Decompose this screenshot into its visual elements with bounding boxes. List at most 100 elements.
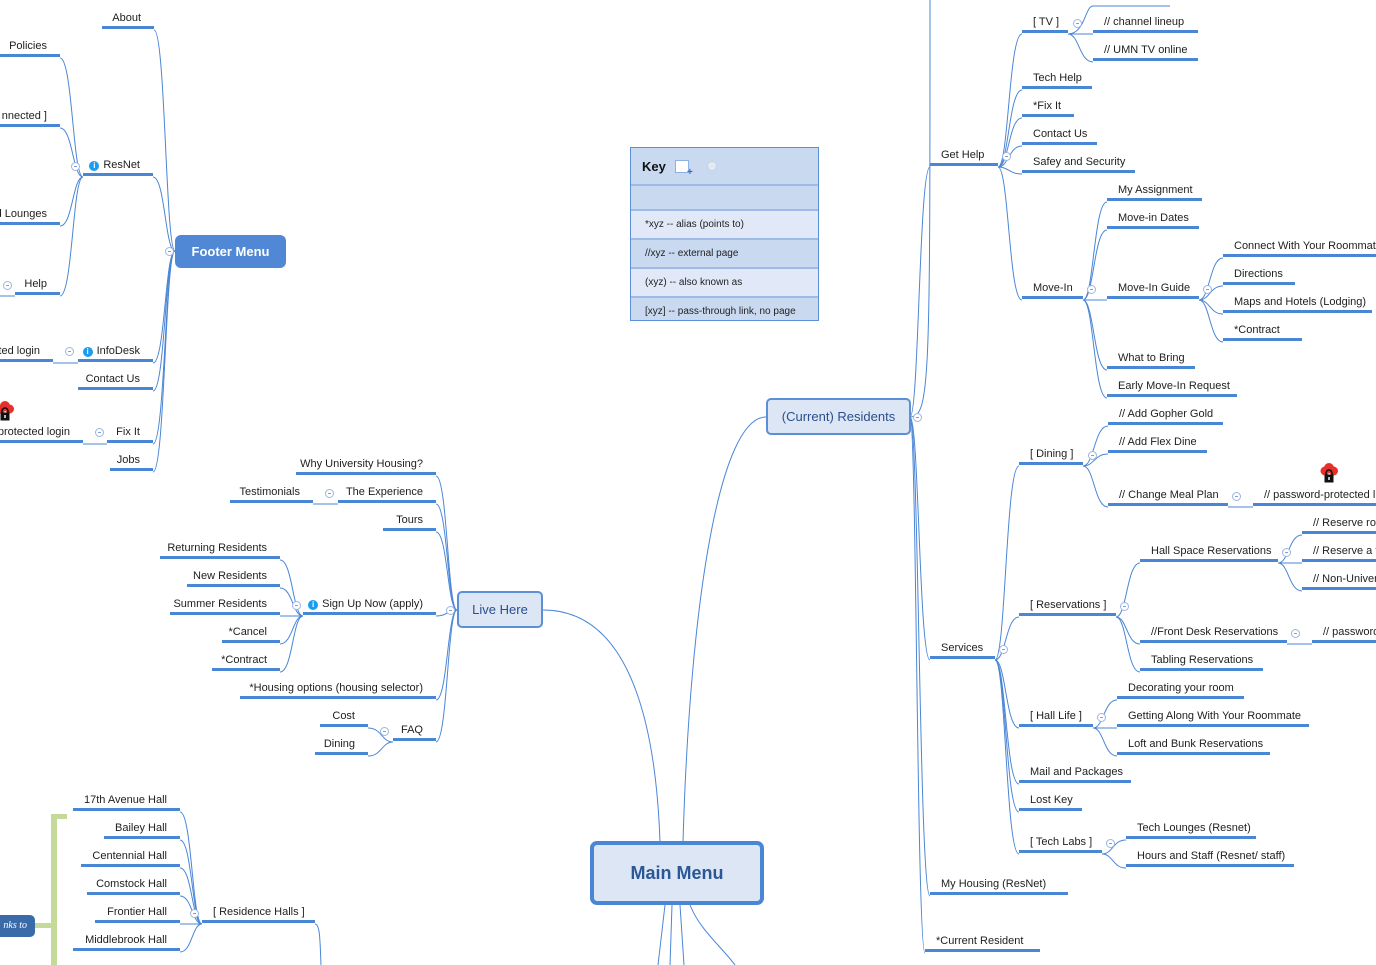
topic-node[interactable]: FAQ	[393, 722, 436, 741]
topic-node[interactable]: Returning Residents	[160, 540, 280, 559]
collapse-toggle-icon[interactable]	[999, 645, 1008, 654]
topic-node[interactable]: Summer Residents	[170, 596, 280, 615]
topic-node[interactable]: *Contract	[1223, 322, 1302, 341]
topic-node[interactable]: // Add Gopher Gold	[1108, 406, 1223, 425]
collapse-toggle-icon[interactable]	[1087, 285, 1096, 294]
topic-node[interactable]: Tours	[383, 512, 436, 531]
topic-current-residents[interactable]: (Current) Residents	[766, 398, 911, 435]
topic-node[interactable]: Fix It	[107, 424, 153, 443]
collapse-toggle-icon[interactable]	[95, 428, 104, 437]
topic-live-here[interactable]: Live Here	[457, 591, 543, 628]
info-icon[interactable]: i	[82, 347, 93, 357]
topic-node[interactable]: Why University Housing?	[296, 456, 436, 475]
topic-node[interactable]: Tech Help	[1022, 70, 1092, 89]
topic-node[interactable]: Directions	[1223, 266, 1295, 285]
collapse-toggle-icon[interactable]	[1232, 492, 1241, 501]
topic-node[interactable]: Connect With Your Roommate	[1223, 238, 1376, 257]
topic-node[interactable]: ted login	[0, 343, 53, 362]
collapse-toggle-icon[interactable]	[1097, 713, 1106, 722]
info-icon[interactable]: i	[308, 600, 319, 610]
topic-node[interactable]: Move-In	[1022, 280, 1083, 299]
topic-node[interactable]: // Non-Univer	[1302, 571, 1376, 590]
info-icon[interactable]: i	[89, 161, 100, 171]
topic-node[interactable]: Testimonials	[230, 484, 313, 503]
collapse-toggle-icon[interactable]	[1002, 152, 1011, 161]
topic-node[interactable]: Get Help	[930, 147, 998, 166]
collapse-toggle-icon[interactable]	[1291, 629, 1300, 638]
topic-node[interactable]: [ TV ]	[1022, 14, 1068, 33]
topic-node[interactable]: *Contract	[212, 652, 280, 671]
topic-node[interactable]: 17th Avenue Hall	[73, 792, 180, 811]
collapse-toggle-icon[interactable]	[325, 489, 334, 498]
topic-node[interactable]: Hall Space Reservations	[1140, 543, 1278, 562]
topic-node[interactable]: // Add Flex Dine	[1108, 434, 1207, 453]
topic-node[interactable]: Jobs	[110, 452, 153, 471]
topic-node[interactable]: i InfoDesk	[78, 343, 153, 362]
topic-node[interactable]: i Sign Up Now (apply)	[303, 596, 436, 615]
topic-node[interactable]: d Lounges	[0, 206, 60, 225]
collapse-toggle-icon[interactable]	[1106, 839, 1115, 848]
topic-node[interactable]: // Change Meal Plan	[1108, 487, 1228, 506]
topic-node[interactable]: [ Tech Labs ]	[1019, 834, 1102, 853]
topic-node[interactable]: Loft and Bunk Reservations	[1117, 736, 1270, 755]
topic-node[interactable]: Mail and Packages	[1019, 764, 1131, 783]
collapse-toggle-icon[interactable]	[71, 162, 80, 171]
topic-node[interactable]: // Reserve a t	[1302, 543, 1376, 562]
topic-node[interactable]: Comstock Hall	[87, 876, 180, 895]
topic-node[interactable]: Getting Along With Your Roommate	[1117, 708, 1309, 727]
collapse-toggle-icon[interactable]	[380, 727, 389, 736]
collapse-toggle-icon[interactable]	[1073, 19, 1082, 28]
topic-node[interactable]: i ResNet	[83, 157, 153, 176]
topic-node[interactable]: *Cancel	[222, 624, 280, 643]
topic-node[interactable]: My Housing (ResNet)	[930, 876, 1068, 895]
topic-node[interactable]: [ Dining ]	[1019, 446, 1083, 465]
topic-node[interactable]: Early Move-In Request	[1107, 378, 1237, 397]
topic-node[interactable]: Safey and Security	[1022, 154, 1135, 173]
topic-node[interactable]: Frontier Hall	[95, 904, 180, 923]
topic-node[interactable]: Tech Lounges (Resnet)	[1126, 820, 1256, 839]
topic-node[interactable]: // channel lineup	[1093, 14, 1198, 33]
collapse-toggle-icon[interactable]	[1088, 451, 1097, 460]
topic-node[interactable]: New Residents	[187, 568, 280, 587]
collapse-toggle-icon[interactable]	[292, 601, 301, 610]
topic-node[interactable]: What to Bring	[1107, 350, 1195, 369]
collapse-toggle-icon[interactable]	[165, 247, 174, 256]
topic-node[interactable]: // UMN TV online	[1093, 42, 1198, 61]
topic-node[interactable]: //Front Desk Reservations	[1140, 624, 1287, 643]
topic-node[interactable]: Help	[15, 276, 60, 295]
collapse-toggle-icon[interactable]	[3, 281, 12, 290]
topic-node[interactable]: Policies	[0, 38, 60, 57]
topic-node[interactable]: // Reserve ro	[1302, 515, 1376, 534]
topic-node[interactable]: Dining	[315, 736, 368, 755]
topic-node[interactable]: *Current Resident	[925, 933, 1040, 952]
key-legend-table[interactable]: Key *xyz -- alias (points to) //xyz -- e…	[630, 147, 819, 321]
topic-node[interactable]: Maps and Hotels (Lodging)	[1223, 294, 1372, 313]
topic-node[interactable]: // password	[1312, 624, 1376, 643]
topic-node[interactable]: Middlebrook Hall	[73, 932, 180, 951]
topic-node[interactable]: Contact Us	[1022, 126, 1097, 145]
topic-node[interactable]: Bailey Hall	[104, 820, 180, 839]
collapse-toggle-icon[interactable]	[1203, 285, 1212, 294]
collapse-toggle-icon[interactable]	[1282, 548, 1291, 557]
collapse-icon[interactable]	[706, 161, 717, 171]
topic-node[interactable]: // password-protected l	[1253, 487, 1376, 506]
topic-node[interactable]: Contact Us	[78, 371, 153, 390]
collapse-toggle-icon[interactable]	[446, 606, 455, 615]
topic-node[interactable]: *Fix It	[1022, 98, 1074, 117]
topic-node[interactable]: [ Hall Life ]	[1019, 708, 1093, 727]
topic-node[interactable]: Move-In Guide	[1107, 280, 1199, 299]
topic-node[interactable]: Hours and Staff (Resnet/ staff)	[1126, 848, 1294, 867]
topic-node[interactable]: Centennial Hall	[81, 848, 180, 867]
collapse-toggle-icon[interactable]	[913, 413, 922, 422]
add-table-icon[interactable]	[674, 159, 693, 178]
topic-node[interactable]: Decorating your room	[1117, 680, 1244, 699]
topic-node[interactable]: About	[102, 10, 154, 29]
topic-node[interactable]: Lost Key	[1019, 792, 1082, 811]
central-topic-main-menu[interactable]: Main Menu	[590, 841, 764, 905]
topic-node[interactable]: Cost	[320, 708, 368, 727]
collapse-toggle-icon[interactable]	[1120, 602, 1129, 611]
topic-node[interactable]: Tabling Reservations	[1140, 652, 1263, 671]
relationship-label[interactable]: nks to	[0, 915, 35, 937]
topic-node[interactable]: My Assignment	[1107, 182, 1202, 201]
topic-footer-menu[interactable]: Footer Menu	[175, 235, 286, 268]
